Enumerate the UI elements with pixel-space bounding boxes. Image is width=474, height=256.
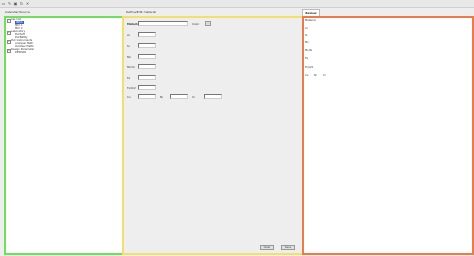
cu-label: Cu bbox=[127, 95, 131, 99]
review-ti: Ti/Al/2 bbox=[305, 66, 314, 69]
open-icon[interactable]: ▭ bbox=[1, 1, 6, 6]
al-label: Al bbox=[127, 33, 130, 37]
al-input[interactable] bbox=[138, 32, 156, 37]
review-ni: Ni bbox=[314, 74, 317, 77]
middle-panel-title: Define/Edit material bbox=[126, 10, 157, 14]
material-form: Material Color ... Al Si Mn Mn/Si Fe Ti/… bbox=[122, 16, 304, 255]
cr-label: Cr bbox=[192, 95, 196, 99]
cu-input[interactable] bbox=[138, 94, 156, 99]
edit-icon[interactable]: ✎ bbox=[7, 1, 12, 6]
ni-label: Ni bbox=[160, 95, 163, 99]
review-cr: Cr bbox=[323, 74, 326, 77]
mn-si-label: Mn/Si bbox=[127, 65, 135, 69]
tree-item-desmar[interactable]: DESMAR bbox=[15, 51, 26, 54]
tree-panel: − Cal-Inst ISP/A Mtrl 1 Mtrl 2 + Laborat… bbox=[4, 16, 124, 255]
review-mn: Mn bbox=[305, 41, 309, 44]
color-label: Color bbox=[192, 22, 200, 26]
fe-input[interactable] bbox=[138, 75, 156, 80]
color-picker-button[interactable]: ... bbox=[205, 21, 211, 26]
clear-button[interactable]: Clear bbox=[260, 245, 274, 250]
review-material: Material bbox=[305, 19, 316, 22]
close-icon[interactable]: ✕ bbox=[25, 1, 30, 6]
review-panel: Material Al Si Mn Mn/Si Fe Ti/Al/2 Cu Ni… bbox=[302, 16, 474, 255]
ni-input[interactable] bbox=[170, 94, 188, 99]
mn-input[interactable] bbox=[138, 54, 156, 59]
mn-si-input[interactable] bbox=[138, 64, 156, 69]
ti-label: Ti/Al/2 bbox=[127, 86, 136, 90]
review-cu: Cu bbox=[305, 74, 309, 77]
save-button[interactable]: Save bbox=[281, 245, 295, 250]
left-panel-title: Calendar/Source bbox=[5, 10, 30, 14]
review-mn-si: Mn/Si bbox=[305, 49, 313, 52]
cr-input[interactable] bbox=[204, 94, 222, 99]
review-fe: Fe bbox=[305, 57, 308, 60]
ti-input[interactable] bbox=[138, 85, 156, 90]
refresh-icon[interactable]: ↻ bbox=[19, 1, 24, 6]
toolbar: ▭ ✎ ▣ ↻ ✕ bbox=[0, 0, 474, 8]
material-input[interactable] bbox=[138, 21, 188, 26]
si-input[interactable] bbox=[138, 43, 156, 48]
fe-label: Fe bbox=[127, 76, 131, 80]
si-label: Si bbox=[127, 44, 130, 48]
review-si: Si bbox=[305, 34, 308, 37]
mn-label: Mn bbox=[127, 55, 132, 59]
save-icon[interactable]: ▣ bbox=[13, 1, 18, 6]
review-al: Al bbox=[305, 27, 308, 30]
tab-review[interactable]: Review bbox=[302, 9, 320, 16]
